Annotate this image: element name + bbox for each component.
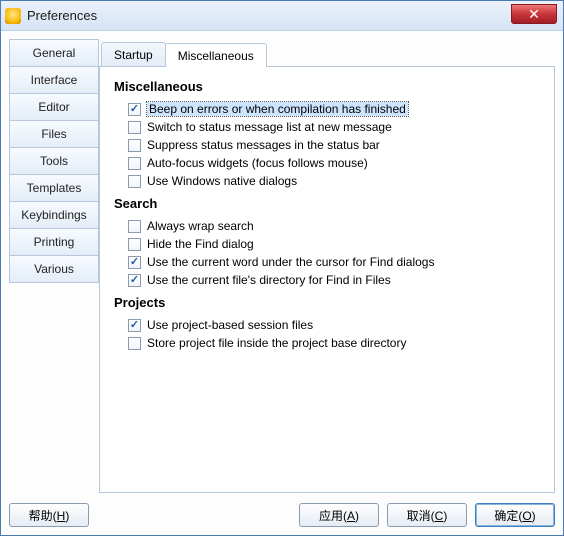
checkbox-row[interactable]: Use the current file's directory for Fin… <box>114 271 540 289</box>
checkbox-label: Suppress status messages in the status b… <box>147 138 380 152</box>
checkbox-row[interactable]: Always wrap search <box>114 217 540 235</box>
app-icon <box>5 8 21 24</box>
sidebar-item-printing[interactable]: Printing <box>9 228 99 256</box>
ok-button-label: 确定 <box>494 509 518 523</box>
checkbox[interactable] <box>128 256 141 269</box>
checkbox-label: Always wrap search <box>147 219 254 233</box>
checkbox-row[interactable]: Auto-focus widgets (focus follows mouse) <box>114 154 540 172</box>
cancel-button[interactable]: 取消(C) <box>387 503 467 527</box>
checkbox-row[interactable]: Suppress status messages in the status b… <box>114 136 540 154</box>
checkbox-row[interactable]: Store project file inside the project ba… <box>114 334 540 352</box>
sidebar-item-various[interactable]: Various <box>9 255 99 283</box>
help-button[interactable]: 帮助(H) <box>9 503 89 527</box>
checkbox-row[interactable]: Hide the Find dialog <box>114 235 540 253</box>
window-title: Preferences <box>27 8 97 23</box>
checkbox-label: Use the current word under the cursor fo… <box>147 255 434 269</box>
group-title-search: Search <box>114 196 540 211</box>
sidebar-item-templates[interactable]: Templates <box>9 174 99 202</box>
checkbox-label: Beep on errors or when compilation has f… <box>147 102 408 116</box>
checkbox-row[interactable]: Switch to status message list at new mes… <box>114 118 540 136</box>
sidebar-item-keybindings[interactable]: Keybindings <box>9 201 99 229</box>
button-row: 帮助(H) 应用(A) 取消(C) 确定(O) <box>9 493 555 527</box>
sidebar: General Interface Editor Files Tools Tem… <box>9 39 99 493</box>
checkbox[interactable] <box>128 175 141 188</box>
checkbox[interactable] <box>128 319 141 332</box>
apply-button[interactable]: 应用(A) <box>299 503 379 527</box>
checkbox[interactable] <box>128 238 141 251</box>
checkbox-label: Use Windows native dialogs <box>147 174 297 188</box>
checkbox-label: Use project-based session files <box>147 318 313 332</box>
apply-button-label: 应用 <box>319 509 343 523</box>
preferences-window: Preferences ✕ General Interface Editor F… <box>0 0 564 536</box>
checkbox-label: Switch to status message list at new mes… <box>147 120 392 134</box>
checkbox[interactable] <box>128 121 141 134</box>
tabstrip: Startup Miscellaneous <box>99 39 555 67</box>
sidebar-item-interface[interactable]: Interface <box>9 66 99 94</box>
tab-startup[interactable]: Startup <box>101 42 166 66</box>
content: Startup Miscellaneous Miscellaneous Beep… <box>99 39 555 493</box>
cancel-button-label: 取消 <box>407 509 431 523</box>
tab-miscellaneous[interactable]: Miscellaneous <box>165 43 267 67</box>
help-button-label: 帮助 <box>29 509 53 523</box>
checkbox-row[interactable]: Use Windows native dialogs <box>114 172 540 190</box>
ok-button[interactable]: 确定(O) <box>475 503 555 527</box>
checkbox[interactable] <box>128 220 141 233</box>
sidebar-item-editor[interactable]: Editor <box>9 93 99 121</box>
titlebar: Preferences ✕ <box>1 1 563 31</box>
sidebar-item-tools[interactable]: Tools <box>9 147 99 175</box>
checkbox-label: Hide the Find dialog <box>147 237 254 251</box>
close-button[interactable]: ✕ <box>511 4 557 24</box>
sidebar-item-general[interactable]: General <box>9 39 99 67</box>
main-area: General Interface Editor Files Tools Tem… <box>9 39 555 493</box>
checkbox[interactable] <box>128 139 141 152</box>
tab-pane: Miscellaneous Beep on errors or when com… <box>99 67 555 493</box>
group-title-misc: Miscellaneous <box>114 79 540 94</box>
checkbox-label: Auto-focus widgets (focus follows mouse) <box>147 156 368 170</box>
checkbox-row[interactable]: Use project-based session files <box>114 316 540 334</box>
checkbox-label: Use the current file's directory for Fin… <box>147 273 391 287</box>
checkbox[interactable] <box>128 274 141 287</box>
checkbox[interactable] <box>128 337 141 350</box>
checkbox[interactable] <box>128 157 141 170</box>
sidebar-item-files[interactable]: Files <box>9 120 99 148</box>
checkbox[interactable] <box>128 103 141 116</box>
checkbox-row[interactable]: Beep on errors or when compilation has f… <box>114 100 540 118</box>
client-area: General Interface Editor Files Tools Tem… <box>1 31 563 535</box>
group-title-projects: Projects <box>114 295 540 310</box>
checkbox-label: Store project file inside the project ba… <box>147 336 406 350</box>
checkbox-row[interactable]: Use the current word under the cursor fo… <box>114 253 540 271</box>
